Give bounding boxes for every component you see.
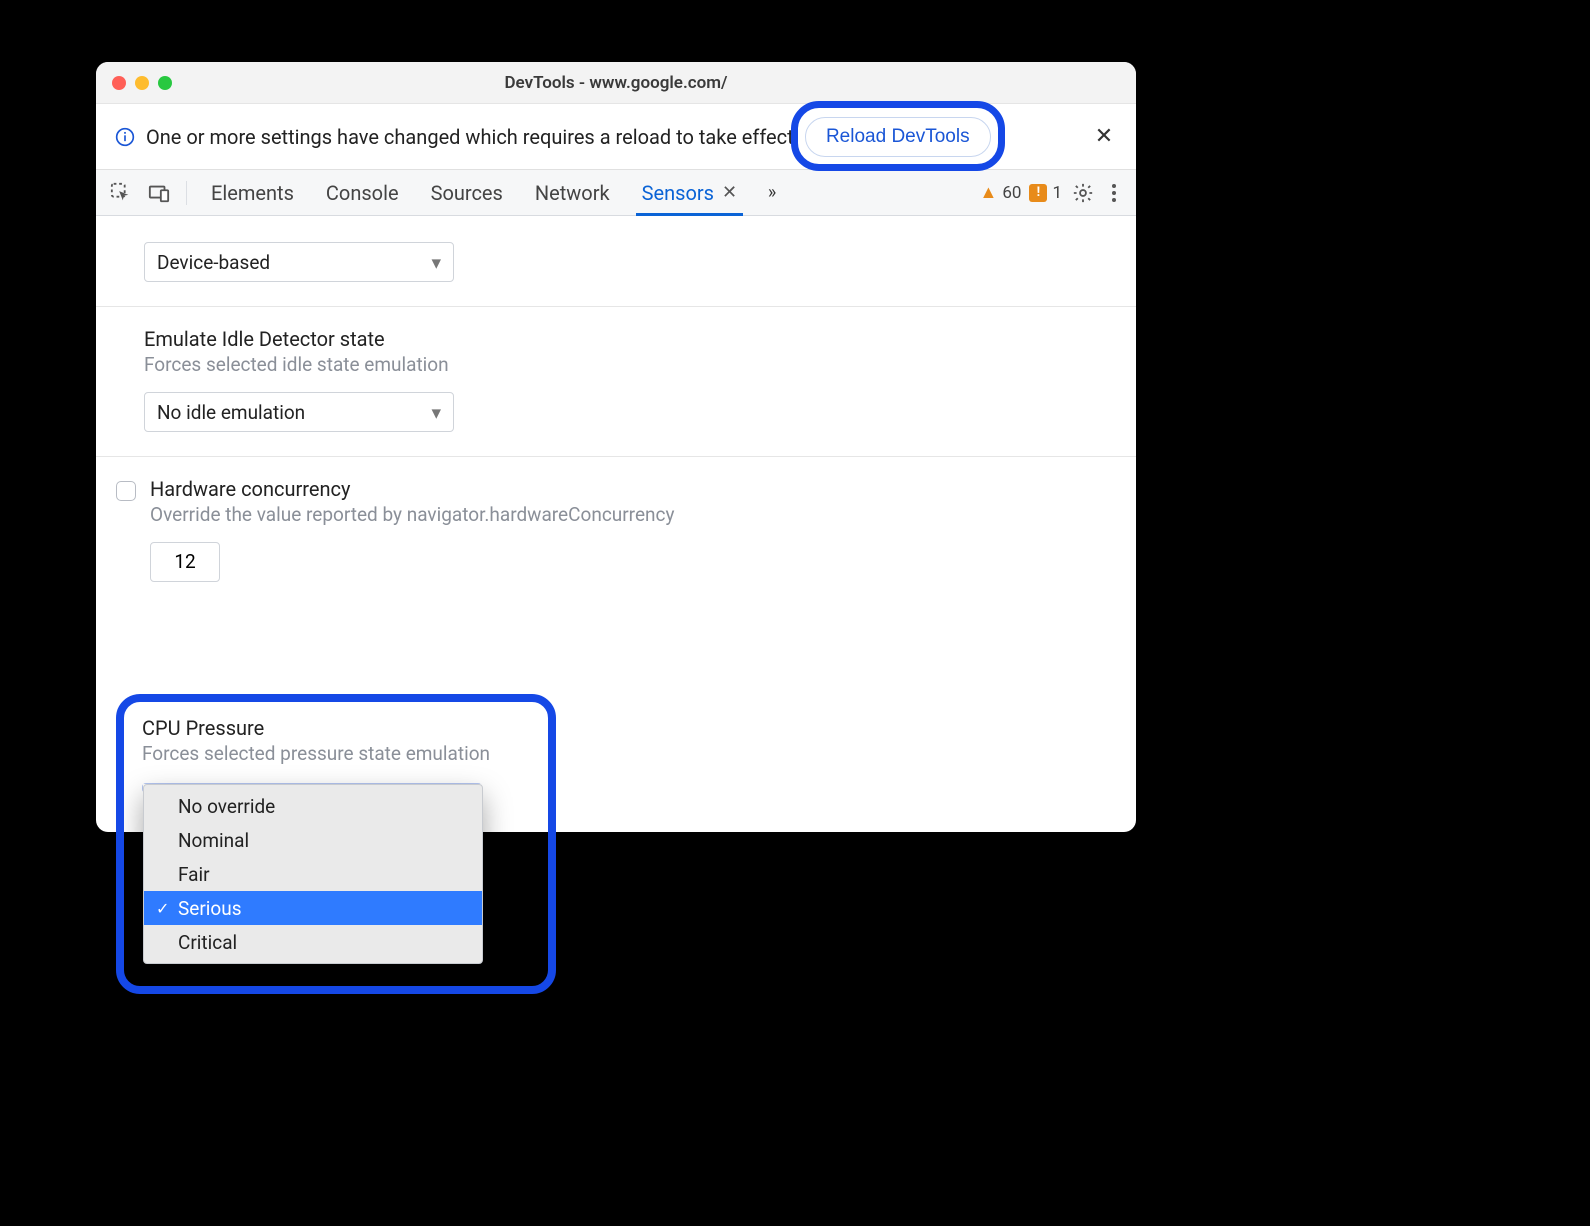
chevron-down-icon: ▾ [431,251,441,274]
warning-icon: ▲ [980,182,998,203]
cpu-option-fair[interactable]: Fair [144,857,482,891]
reload-devtools-button[interactable]: Reload DevTools [805,117,991,157]
hardware-concurrency-checkbox[interactable] [116,481,136,501]
tab-sensors[interactable]: Sensors ✕ [626,170,753,215]
tab-sensors-label: Sensors [642,181,714,205]
divider [186,181,187,205]
infobar-message: One or more settings have changed which … [146,125,799,149]
cpu-option-serious[interactable]: Serious [144,891,482,925]
inspect-element-icon[interactable] [106,178,136,208]
sensors-panel: Device-based ▾ Emulate Idle Detector sta… [96,216,1136,606]
tabstrip: Elements Console Sources Network Sensors… [96,170,1136,216]
chevron-down-icon: ▾ [431,401,441,424]
cpu-option-nominal[interactable]: Nominal [144,823,482,857]
device-toolbar-icon[interactable] [144,178,174,208]
tab-network[interactable]: Network [519,170,626,215]
more-menu-icon[interactable] [1104,184,1124,202]
idle-select-value: No idle emulation [157,401,305,424]
idle-emulation-select[interactable]: No idle emulation ▾ [144,392,454,432]
warnings-badge[interactable]: ▲ 60 [980,182,1022,203]
cpu-option-no-override[interactable]: No override [144,785,482,823]
hardware-concurrency-section: Hardware concurrency Override the value … [96,457,1136,606]
hw-subtitle: Override the value reported by navigator… [150,503,674,526]
cpu-option-critical[interactable]: Critical [144,925,482,963]
idle-detector-section: Emulate Idle Detector state Forces selec… [96,307,1136,457]
tabs-overflow-icon[interactable]: » [757,178,787,208]
tab-sources[interactable]: Sources [415,170,519,215]
info-icon [114,126,136,148]
tab-elements[interactable]: Elements [195,170,310,215]
device-select-value: Device-based [157,251,270,274]
device-section: Device-based ▾ [96,216,1136,307]
hardware-concurrency-input[interactable]: 12 [150,542,220,582]
tab-close-icon[interactable]: ✕ [722,182,737,203]
issues-count: 1 [1052,183,1062,203]
idle-title: Emulate Idle Detector state [144,327,1112,351]
tab-console[interactable]: Console [310,170,415,215]
idle-subtitle: Forces selected idle state emulation [144,353,1112,376]
cpu-pressure-dropdown: No override Nominal Fair Serious Critica… [143,784,483,964]
cpu-title: CPU Pressure [142,716,540,740]
devtools-window: DevTools - www.google.com/ One or more s… [96,62,1136,832]
cpu-pressure-select[interactable]: No override Nominal Fair Serious Critica… [142,783,482,793]
infobar-close-button[interactable]: ✕ [1090,124,1118,149]
issue-icon: ! [1029,184,1047,202]
infobar: One or more settings have changed which … [96,104,1136,170]
cpu-pressure-section: CPU Pressure Forces selected pressure st… [118,694,560,793]
cpu-subtitle: Forces selected pressure state emulation [142,742,540,765]
device-select[interactable]: Device-based ▾ [144,242,454,282]
window-title: DevTools - www.google.com/ [96,73,1136,93]
settings-gear-icon[interactable] [1070,180,1096,206]
titlebar: DevTools - www.google.com/ [96,62,1136,104]
warnings-count: 60 [1002,183,1021,203]
hw-title: Hardware concurrency [150,477,674,501]
issues-badge[interactable]: ! 1 [1029,183,1062,203]
